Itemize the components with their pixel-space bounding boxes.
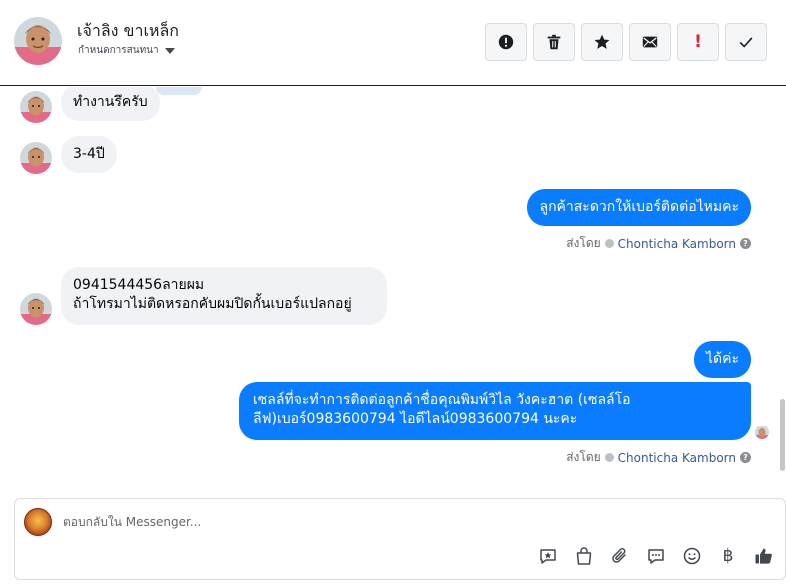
message-outgoing-multiline[interactable]: เซลล์ที่จะทำการติดต่อลูกค้าชื่อคุณพิมพ์ว… xyxy=(239,382,751,440)
message-line: เซลล์ที่จะทำการติดต่อลูกค้าชื่อคุณพิมพ์ว… xyxy=(253,392,631,408)
help-icon[interactable]: ? xyxy=(740,452,751,463)
check-circle-icon xyxy=(604,239,614,248)
spam-button[interactable] xyxy=(485,23,527,61)
thread-scrollbar[interactable] xyxy=(780,399,785,471)
trash-icon xyxy=(547,34,561,50)
mark-done-button[interactable] xyxy=(725,23,767,61)
shop-bag-icon xyxy=(576,547,592,565)
help-icon[interactable]: ? xyxy=(740,238,751,249)
message-incoming[interactable]: 3-4ปี xyxy=(61,136,117,173)
exclamation-icon: ! xyxy=(694,32,702,52)
message-thread[interactable]: ทำงานรึครับ 3-4ปี ลูกค้าสะดวกให้เบอร์ติด… xyxy=(0,87,786,492)
star-icon xyxy=(594,34,610,49)
message-line: ลีฟ)เบอร์0983600794 ไอดีไลน์0983600794 น… xyxy=(253,411,578,427)
message-outgoing[interactable]: ได้ค่ะ xyxy=(693,341,751,378)
follow-up-button[interactable]: ! xyxy=(677,23,719,61)
envelope-icon xyxy=(642,36,658,48)
alert-circle-icon xyxy=(498,34,514,50)
page-avatar xyxy=(24,508,52,536)
assign-conversation-dropdown[interactable]: กำหนดการสนทนา xyxy=(78,43,175,58)
contact-avatar[interactable] xyxy=(14,17,62,65)
mark-unread-button[interactable] xyxy=(629,23,671,61)
message-outgoing[interactable]: ลูกค้าสะดวกให้เบอร์ติดต่อไหมคะ xyxy=(527,189,751,226)
message-line: ถ้าโทรมาไม่ติดหรอกคับผมปิดกั้นเบอร์แปลกอ… xyxy=(73,296,352,312)
contact-avatar-small xyxy=(20,293,52,325)
contact-name[interactable]: เจ้าลิง ขาเหล็ก xyxy=(77,19,179,44)
conversation-header: เจ้าลิง ขาเหล็ก กำหนดการสนทนา ! xyxy=(0,0,786,86)
seen-avatar xyxy=(755,425,769,439)
previous-message-edge xyxy=(156,87,202,95)
thumbs-up-icon xyxy=(755,548,772,564)
agent-name-link[interactable]: Chonticha Kamborn xyxy=(618,237,736,251)
assign-conversation-label: กำหนดการสนทนา xyxy=(78,45,159,56)
message-incoming[interactable]: ทำงานรึครับ xyxy=(61,87,160,121)
baht-icon: ฿ xyxy=(722,546,734,566)
composer-toolbar: ฿ xyxy=(537,545,775,567)
reply-input[interactable] xyxy=(63,513,703,531)
emoji-icon xyxy=(683,547,701,565)
emoji-button[interactable] xyxy=(681,545,703,567)
comment-button[interactable] xyxy=(645,545,667,567)
caret-down-icon xyxy=(164,47,175,54)
agent-name-link[interactable]: Chonticha Kamborn xyxy=(618,451,736,465)
sent-by-prefix: ส่งโดย xyxy=(566,450,601,464)
delete-button[interactable] xyxy=(533,23,575,61)
reply-composer: ฿ xyxy=(14,498,786,580)
message-incoming-multiline[interactable]: 0941544456ลายผม ถ้าโทรมาไม่ติดหรอกคับผมป… xyxy=(61,267,387,325)
contact-avatar-small xyxy=(20,91,52,123)
sent-by-label: ส่งโดย Chonticha Kamborn ? xyxy=(566,234,751,253)
sent-by-prefix: ส่งโดย xyxy=(566,236,601,250)
message-line: 0941544456ลายผม xyxy=(73,277,205,293)
saved-reply-icon xyxy=(540,549,556,564)
conversation-actions: ! xyxy=(485,23,767,61)
shop-button[interactable] xyxy=(573,545,595,567)
like-button[interactable] xyxy=(753,545,775,567)
star-button[interactable] xyxy=(581,23,623,61)
paperclip-icon xyxy=(612,548,626,563)
saved-reply-button[interactable] xyxy=(537,545,559,567)
check-icon xyxy=(739,37,753,48)
contact-avatar-small xyxy=(20,142,52,174)
check-circle-icon xyxy=(604,453,614,462)
attach-file-button[interactable] xyxy=(609,545,631,567)
sent-by-label: ส่งโดย Chonticha Kamborn ? xyxy=(566,448,751,467)
comment-icon xyxy=(648,549,664,564)
payment-button[interactable]: ฿ xyxy=(717,545,739,567)
